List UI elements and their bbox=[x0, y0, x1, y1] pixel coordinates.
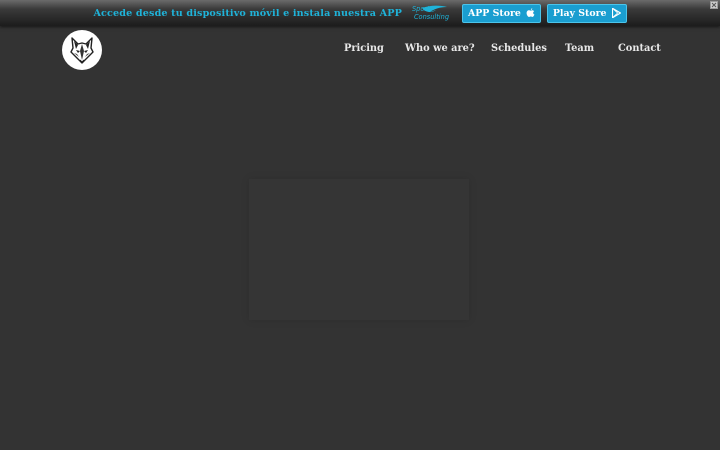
page: Accede desde tu dispositivo móvil e inst… bbox=[0, 0, 720, 450]
sport-consulting-logo: Sport Consulting bbox=[410, 4, 450, 22]
site-header: Pricing Who we are? Schedules Team Conta… bbox=[0, 26, 720, 74]
nav-item-team[interactable]: Team bbox=[565, 43, 594, 54]
nav-item-schedules[interactable]: Schedules bbox=[491, 43, 547, 54]
play-store-button[interactable]: Play Store bbox=[546, 3, 627, 23]
nav-item-contact[interactable]: Contact bbox=[618, 43, 661, 54]
nav-item-who-we-are[interactable]: Who we are? bbox=[405, 43, 475, 54]
app-download-banner: Accede desde tu dispositivo móvil e inst… bbox=[0, 0, 720, 26]
close-icon bbox=[711, 2, 717, 8]
brand-line-2: Consulting bbox=[413, 13, 449, 21]
apple-icon bbox=[526, 8, 535, 18]
app-store-button[interactable]: APP Store bbox=[461, 3, 541, 23]
nav-item-pricing[interactable]: Pricing bbox=[344, 43, 384, 54]
play-store-label: Play Store bbox=[552, 7, 607, 19]
app-store-label: APP Store bbox=[467, 7, 521, 19]
play-triangle-icon bbox=[611, 8, 621, 18]
faint-left-text-block bbox=[104, 238, 188, 248]
banner-message: Accede desde tu dispositivo móvil e inst… bbox=[93, 7, 402, 19]
main-nav: Pricing Who we are? Schedules Team Conta… bbox=[0, 43, 720, 57]
faint-right-text-block bbox=[544, 257, 614, 267]
close-banner-button[interactable] bbox=[710, 1, 718, 9]
center-content-panel bbox=[249, 179, 469, 320]
brand-line-1: Sport bbox=[411, 5, 430, 13]
